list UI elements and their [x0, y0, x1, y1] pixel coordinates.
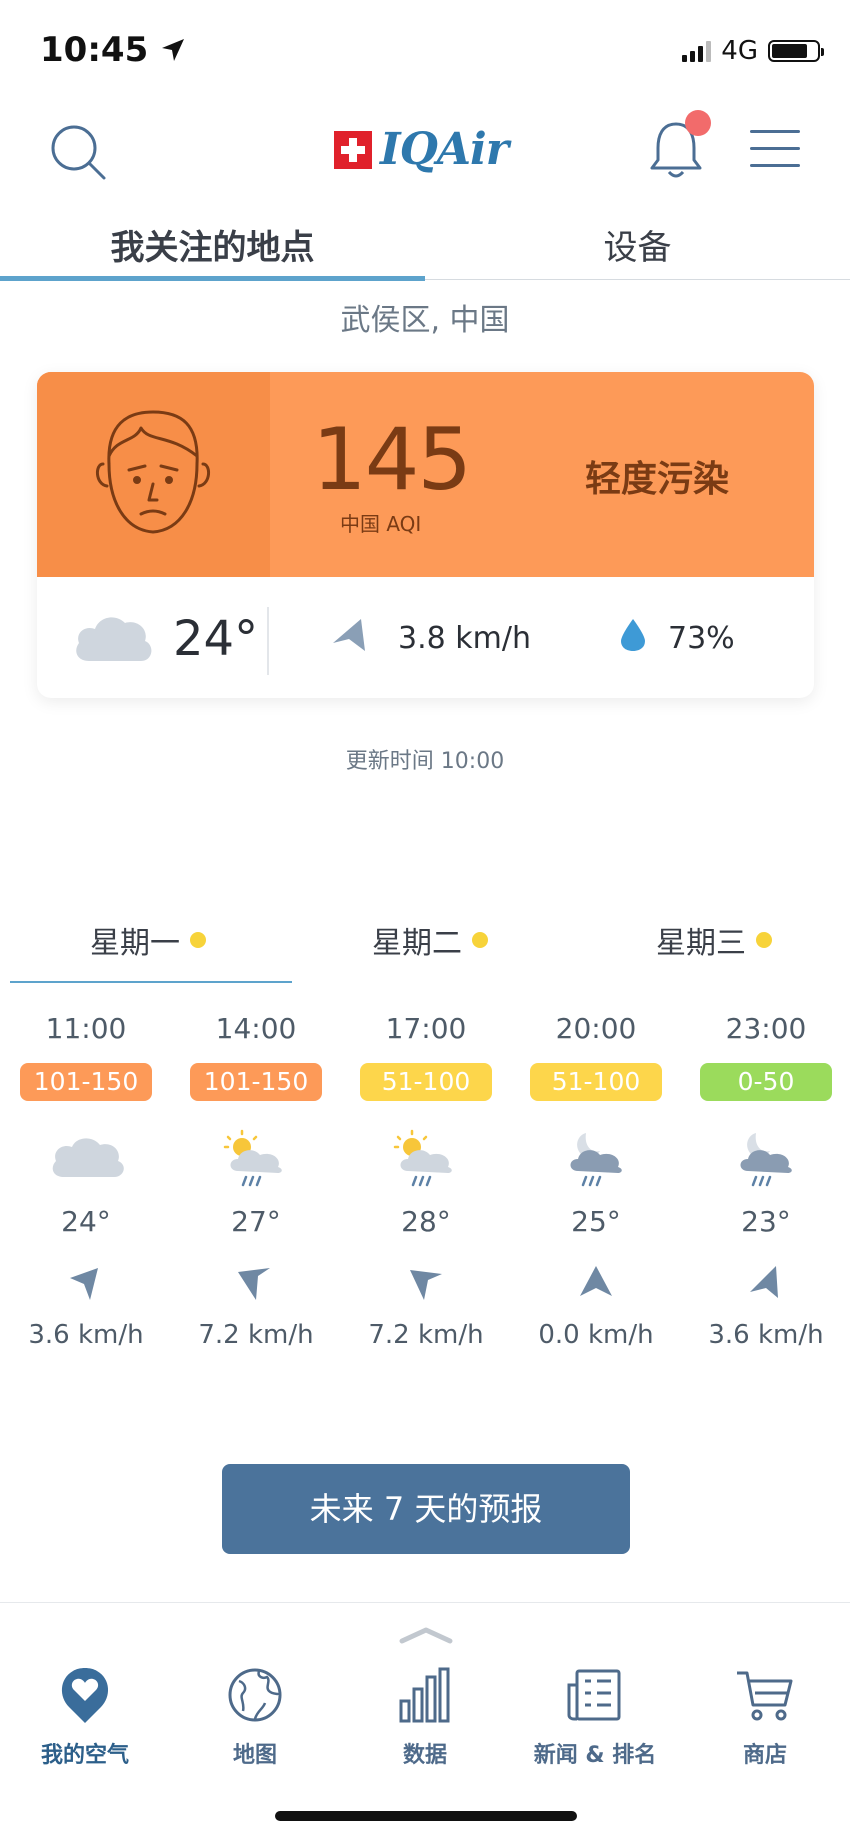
logo-text: IQAir: [380, 124, 509, 175]
day-label: 星期一: [90, 926, 180, 961]
hour-time: 11:00: [45, 1012, 127, 1045]
sun-rain-icon: [223, 1129, 282, 1187]
nav-news-ranking[interactable]: 新闻 & 排名: [510, 1665, 680, 1769]
network-label: 4G: [721, 36, 758, 66]
chevron-up-icon[interactable]: [398, 1625, 454, 1645]
hour-time: 14:00: [215, 1012, 297, 1045]
cart-icon: [737, 1671, 793, 1721]
hour-wind-speed: 3.6 km/h: [28, 1320, 144, 1350]
face-panel: [37, 372, 270, 577]
unhealthy-face-icon: [96, 410, 210, 534]
hour-item: 14:00 101-150 27° 7.2 km/h: [170, 1012, 342, 1350]
nav-label: 我的空气: [40, 1743, 129, 1768]
humidity-drop-icon: [621, 619, 645, 651]
hour-wind-speed: 0.0 km/h: [538, 1320, 654, 1350]
tab-devices[interactable]: 设备: [425, 220, 850, 269]
sun-dot-icon: [756, 932, 772, 948]
heart-pin-icon: [61, 1668, 109, 1723]
hour-aqi-badge: 101-150: [20, 1063, 152, 1101]
nav-my-air[interactable]: 我的空气: [0, 1665, 170, 1769]
aqi-level: 轻度污染: [585, 459, 730, 500]
aqi-card-header: 145 中国 AQI 轻度污染: [37, 372, 814, 577]
weather-summary: 24° 3.8 km/h 73%: [37, 577, 814, 698]
hour-wind-speed: 7.2 km/h: [198, 1320, 314, 1350]
nav-label: 商店: [742, 1743, 787, 1768]
location-arrow-icon: [162, 39, 185, 61]
wind-arrow-icon: [750, 1266, 778, 1298]
day-tab-tuesday[interactable]: 星期二: [372, 918, 488, 962]
bar-chart-icon: [399, 1667, 450, 1723]
hour-time: 23:00: [725, 1012, 807, 1045]
updated-time: 更新时间 10:00: [345, 749, 505, 774]
tab-my-locations[interactable]: 我关注的地点: [0, 220, 425, 269]
wind-direction-icon: [333, 619, 365, 651]
nav-shop[interactable]: 商店: [680, 1665, 850, 1769]
hour-wind-speed: 7.2 km/h: [368, 1320, 484, 1350]
nav-label: 新闻 & 排名: [533, 1743, 657, 1768]
day-tab-wednesday[interactable]: 星期三: [656, 918, 772, 962]
hour-item: 23:00 0-50 23° 3.6 km/h: [680, 1012, 850, 1350]
seven-day-forecast-button[interactable]: 未来 7 天的预报: [222, 1464, 630, 1554]
battery-icon: [768, 40, 824, 62]
hour-aqi-badge: 51-100: [360, 1063, 492, 1101]
aqi-value: 145: [312, 410, 472, 510]
nav-data[interactable]: 数据: [340, 1665, 510, 1769]
wind-arrow-icon: [70, 1268, 98, 1300]
home-indicator[interactable]: [275, 1811, 577, 1821]
tab-active-indicator: [0, 276, 425, 281]
nav-map[interactable]: 地图: [170, 1665, 340, 1769]
humidity-value: 73%: [668, 621, 735, 656]
status-time: 10:45: [40, 30, 186, 70]
wind-speed: 3.8 km/h: [398, 621, 531, 656]
nav-label: 数据: [402, 1743, 447, 1768]
hour-time: 17:00: [385, 1012, 467, 1045]
sun-dot-icon: [190, 932, 206, 948]
moon-rain-icon: [740, 1133, 792, 1187]
hour-time: 20:00: [555, 1012, 637, 1045]
cloud-icon: [76, 617, 152, 661]
hour-aqi-badge: 101-150: [190, 1063, 322, 1101]
cloud-icon: [52, 1138, 124, 1177]
moon-rain-icon: [570, 1133, 622, 1187]
hour-aqi-badge: 0-50: [700, 1063, 832, 1101]
hour-temperature: 24°: [61, 1205, 111, 1238]
sun-rain-icon: [393, 1129, 452, 1187]
signal-icon: [682, 40, 712, 62]
hour-item: 17:00 51-100 28° 7.2 km/h: [340, 1012, 512, 1350]
summary-divider: [267, 607, 269, 675]
wind-arrow-icon: [238, 1268, 270, 1300]
newspaper-icon: [567, 1669, 621, 1721]
hour-temperature: 25°: [571, 1205, 621, 1238]
hour-temperature: 28°: [401, 1205, 451, 1238]
current-temperature: 24°: [173, 611, 259, 667]
day-tab-indicator: [10, 981, 292, 983]
aqi-card[interactable]: 145 中国 AQI 轻度污染 24° 3.8 km/h 73%: [37, 372, 814, 698]
status-indicators: 4G: [682, 36, 824, 66]
location-name: 武侯区, 中国: [340, 303, 510, 338]
bottom-nav-divider: [0, 1602, 850, 1603]
day-label: 星期三: [656, 926, 746, 961]
hour-aqi-badge: 51-100: [530, 1063, 662, 1101]
notification-badge: [685, 110, 711, 136]
wind-arrow-icon: [580, 1266, 612, 1296]
nav-label: 地图: [232, 1743, 277, 1768]
day-label: 星期二: [372, 926, 462, 961]
iqair-logo: IQAir: [334, 124, 509, 175]
globe-icon: [228, 1668, 282, 1722]
search-icon[interactable]: [48, 122, 108, 182]
hour-wind-speed: 3.6 km/h: [708, 1320, 824, 1350]
aqi-standard-label: 中国 AQI: [340, 512, 422, 536]
hour-item: 11:00 101-150 24° 3.6 km/h: [0, 1012, 172, 1350]
day-tab-monday[interactable]: 星期一: [90, 918, 206, 962]
wind-arrow-icon: [410, 1270, 442, 1300]
swiss-cross-icon: [334, 130, 372, 169]
hour-item: 20:00 51-100 25° 0.0 km/h: [510, 1012, 682, 1350]
menu-icon[interactable]: [750, 130, 800, 181]
hour-temperature: 23°: [741, 1205, 791, 1238]
hour-temperature: 27°: [231, 1205, 281, 1238]
sun-dot-icon: [472, 932, 488, 948]
